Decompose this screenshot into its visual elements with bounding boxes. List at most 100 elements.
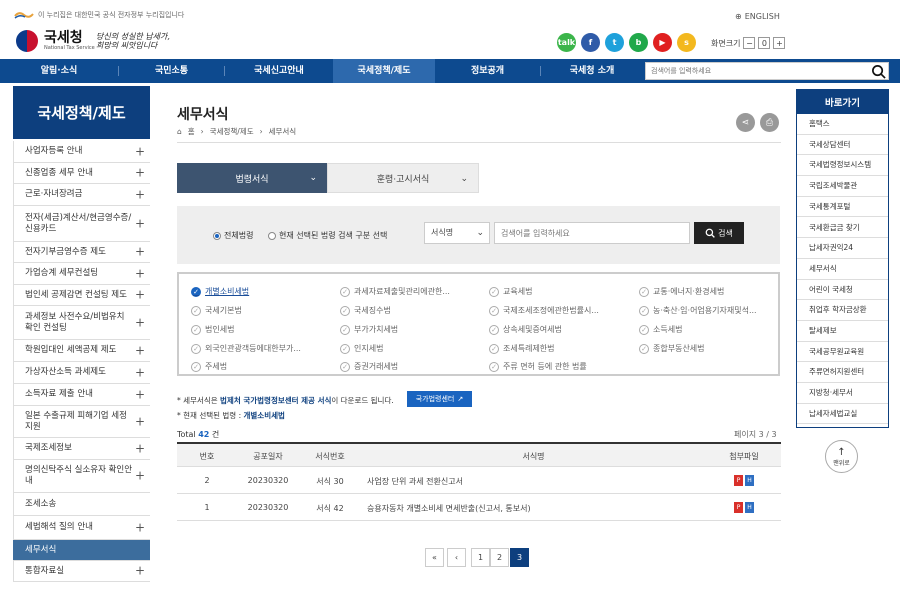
pdf-file-icon[interactable]: P <box>734 502 743 513</box>
sidebar-item[interactable]: 전자기부금영수증 제도 + <box>13 242 150 263</box>
quick-link[interactable]: 국립조세박물관 <box>797 176 888 197</box>
sidebar-item[interactable]: 가상자산소득 과세제도 + <box>13 362 150 384</box>
font-increase-button[interactable]: + <box>773 37 786 49</box>
quick-link[interactable]: 국세공무원교육원 <box>797 342 888 363</box>
quick-link[interactable]: 국세통계포털 <box>797 197 888 218</box>
sidebar-item[interactable]: 통합자료실 + <box>13 561 150 582</box>
sidebar-item[interactable]: 소득자료 제출 안내 + <box>13 384 150 406</box>
share-button[interactable]: ⋖ <box>736 113 755 132</box>
blog-icon[interactable]: b <box>629 33 648 52</box>
law-checkbox[interactable]: ✓ 농·축산·임·어업용기자재및석... <box>639 305 757 316</box>
hwp-file-icon[interactable]: H <box>745 475 754 486</box>
law-checkbox[interactable]: ✓ 상속세및증여세법 <box>489 324 562 335</box>
sidebar-item[interactable]: 사업자등록 안내 + <box>13 141 150 163</box>
radio-selected-law[interactable]: 현재 선택된 법령 검색 구분 선택 <box>268 230 387 241</box>
sidebar-item[interactable]: 법인세 공제감면 컨설팅 제도 + <box>13 285 150 306</box>
sidebar-item[interactable]: 조세소송 <box>13 493 150 516</box>
page-button[interactable]: 1 <box>471 548 490 567</box>
law-checkbox[interactable]: ✓ 부가가치세법 <box>340 324 398 335</box>
keyword-input[interactable] <box>495 223 685 243</box>
search-icon[interactable] <box>871 64 886 79</box>
gnb-tax-policy[interactable]: 국세정책/제도 <box>333 59 435 83</box>
quick-link[interactable]: 납세자권익24 <box>797 238 888 259</box>
quick-link[interactable]: 국세상담센터 <box>797 135 888 156</box>
gnb-tax-filing[interactable]: 국세신고안내 <box>225 59 333 83</box>
law-checkbox[interactable]: ✓ 과세자료제출및관리에관한... <box>340 286 450 297</box>
quick-link[interactable]: 탈세제보 <box>797 321 888 342</box>
quick-link[interactable]: 주류면허지원센터 <box>797 362 888 384</box>
sidebar-item[interactable]: 세법해석 질의 안내 + <box>13 516 150 540</box>
sidebar-item[interactable]: 가업승계 세무컨설팅 + <box>13 263 150 285</box>
law-checkbox[interactable]: ✓ 주류 면허 등에 관한 법률 <box>489 361 587 372</box>
breadcrumb-home[interactable]: 홈 <box>188 126 195 137</box>
th-number: 번호 <box>199 452 215 461</box>
tab-notice-forms[interactable]: 훈령·고시서식 ⌄ <box>327 163 479 193</box>
pdf-file-icon[interactable]: P <box>734 475 743 486</box>
quick-link[interactable]: 홈택스 <box>797 114 888 135</box>
law-checkbox[interactable]: ✓ 인지세법 <box>340 343 383 354</box>
law-checkbox[interactable]: ✓ 외국인관광객등에대한부가... <box>191 343 301 354</box>
talk-icon[interactable]: talk <box>557 33 576 52</box>
quick-link[interactable]: 국세환급금 찾기 <box>797 218 888 239</box>
law-checkbox[interactable]: ✓ 소득세법 <box>639 324 682 335</box>
law-checkbox[interactable]: ✓ 국세기본법 <box>191 305 242 316</box>
gnb-about[interactable]: 국세청 소개 <box>541 59 643 83</box>
english-link[interactable]: ⊕ ENGLISH <box>735 12 780 21</box>
note-emphasis: 법제처 국가법령정보센터 제공 서식 <box>220 396 332 405</box>
quick-link[interactable]: 세무서식 <box>797 259 888 280</box>
gnb-notice[interactable]: 알림·소식 <box>0 59 118 83</box>
law-checkbox[interactable]: ✓ 교육세법 <box>489 286 532 297</box>
page-button[interactable]: 3 <box>510 548 529 567</box>
law-checkbox[interactable]: ✓ 국제조세조정에관한법률시... <box>489 305 599 316</box>
kakaostory-icon[interactable]: s <box>677 33 696 52</box>
law-checkbox[interactable]: ✓ 조세특례제한법 <box>489 343 555 354</box>
sidebar-item[interactable]: 명의신탁주식 실소유자 확인안내 + <box>13 460 150 493</box>
sidebar-item[interactable]: 국제조세정보 + <box>13 438 150 460</box>
prev-page-button[interactable]: ‹ <box>447 548 466 567</box>
sidebar-item[interactable]: 전자(세금)계산서/현금영수증/신용카드 + <box>13 206 150 242</box>
td-form-name[interactable]: 승용자동차 개별소비세 면세반출(신고서, 통보서) <box>367 503 712 514</box>
law-checkbox[interactable]: ✓ 교통·에너지·환경세법 <box>639 286 724 297</box>
td-form-name[interactable]: 사업장 단위 과세 전환신고서 <box>367 476 712 487</box>
sidebar-item[interactable]: 세무서식 <box>13 540 150 561</box>
sidebar-item[interactable]: 근로·자녀장려금 + <box>13 184 150 206</box>
law-checkbox[interactable]: ✓ 개별소비세법 <box>191 286 249 297</box>
quick-link[interactable]: 취업후 학자금상환 <box>797 300 888 321</box>
sidebar-item[interactable]: 과세정보 사전수요/비법유치 확인 컨설팅 + <box>13 306 150 340</box>
youtube-icon[interactable]: ▶ <box>653 33 672 52</box>
top-button[interactable]: ↑ 맨위로 <box>825 440 858 473</box>
law-center-button[interactable]: 국가법령센터 ↗ <box>407 391 472 407</box>
sidebar-item-label: 신종업종 세무 안내 <box>25 167 93 178</box>
facebook-icon[interactable]: f <box>581 33 600 52</box>
page-button[interactable]: 2 <box>490 548 509 567</box>
tab-law-forms[interactable]: 법령서식 ⌄ <box>177 163 327 193</box>
selected-law-note: * 현재 선택된 법령 : 개별소비세법 <box>177 410 285 421</box>
font-reset-button[interactable]: 0 <box>758 37 771 49</box>
quick-link[interactable]: 납세자세법교실 <box>797 404 888 425</box>
nts-logo[interactable]: 국세청 National Tax Service <box>16 30 95 52</box>
breadcrumb-section[interactable]: 국세정책/제도 <box>210 126 254 137</box>
search-field-select[interactable]: 서식명 ⌄ <box>424 222 490 244</box>
print-button[interactable]: ⎙ <box>760 113 779 132</box>
law-checkbox[interactable]: ✓ 증권거래세법 <box>340 361 398 372</box>
sidebar-item[interactable]: 신종업종 세무 안내 + <box>13 163 150 184</box>
radio-all-laws[interactable]: 전체법령 <box>213 230 253 241</box>
sidebar-item[interactable]: 학원입대인 세액공제 제도 + <box>13 340 150 362</box>
law-checkbox[interactable]: ✓ 법인세법 <box>191 324 234 335</box>
td-number: 1 <box>204 503 210 512</box>
font-decrease-button[interactable]: − <box>743 37 756 49</box>
gnb-communication[interactable]: 국민소통 <box>119 59 224 83</box>
law-checkbox[interactable]: ✓ 국세징수법 <box>340 305 391 316</box>
quick-link[interactable]: 지방청·세무서 <box>797 383 888 404</box>
hwp-file-icon[interactable]: H <box>745 502 754 513</box>
quick-link[interactable]: 어린이 국세청 <box>797 280 888 301</box>
sidebar-item[interactable]: 일본 수출규제 피해기업 세정지원 + <box>13 406 150 438</box>
gnb-search-input[interactable] <box>646 63 866 79</box>
first-page-button[interactable]: « <box>425 548 444 567</box>
twitter-icon[interactable]: t <box>605 33 624 52</box>
quick-link[interactable]: 국세법령정보시스템 <box>797 155 888 177</box>
search-button[interactable]: 검색 <box>694 222 744 244</box>
law-checkbox[interactable]: ✓ 종합부동산세법 <box>639 343 705 354</box>
law-checkbox[interactable]: ✓ 주세법 <box>191 361 227 372</box>
gnb-info-disclosure[interactable]: 정보공개 <box>435 59 540 83</box>
